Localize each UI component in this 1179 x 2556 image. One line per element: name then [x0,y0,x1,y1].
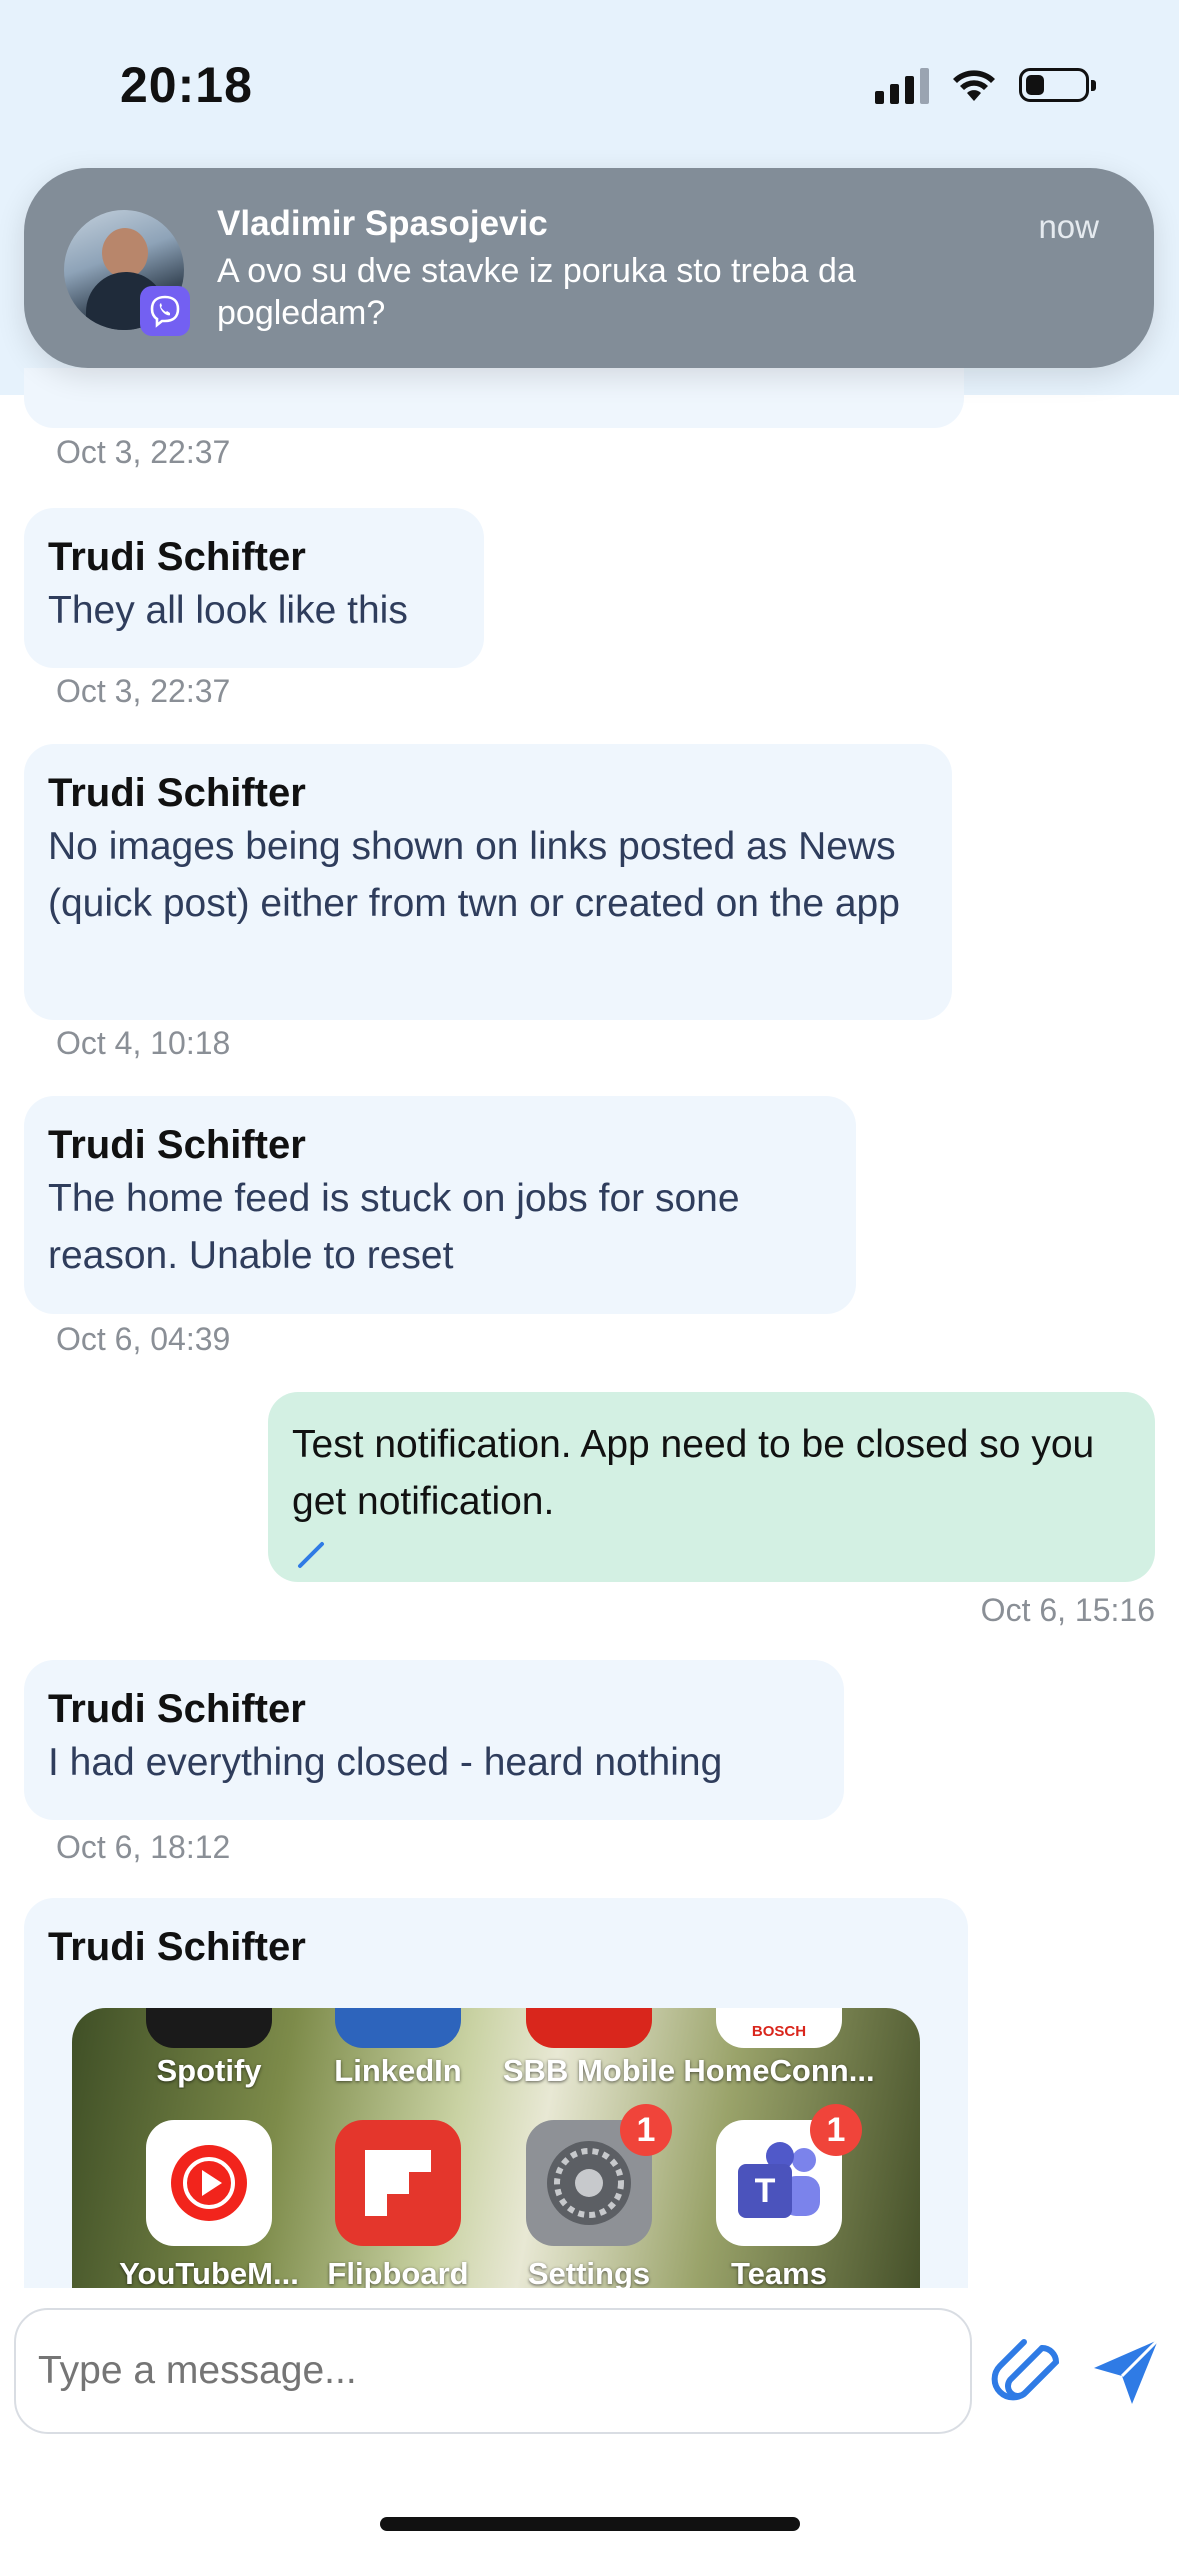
youtube-music-icon [146,2120,272,2246]
app-label: HomeConn... [683,2053,875,2088]
message-sender: Trudi Schifter [48,535,306,579]
app-label: Settings [527,2256,651,2288]
edit-pencil-icon [298,1542,324,1568]
message-sender: Trudi Schifter [48,1123,306,1167]
status-bar: 20:18 [0,0,1179,160]
image-attachment[interactable]: BOSCH Spotify LinkedIn SBB Mobile HomeCo… [72,2008,920,2288]
svg-text:T: T [755,2172,776,2210]
message-text: I had everything closed - heard nothing [48,1741,723,1784]
linkedin-icon [335,2008,461,2048]
viber-icon [140,286,190,336]
message-bubble[interactable]: Trudi Schifter No images being shown on … [24,744,952,1020]
message-bubble[interactable]: Trudi Schifter I had everything closed -… [24,1660,844,1820]
message-timestamp: Oct 6, 04:39 [56,1321,231,1357]
message-timestamp: Oct 6, 18:12 [56,1829,231,1865]
message-sender: Trudi Schifter [48,1687,306,1731]
message-text: They all look like this [48,589,408,632]
message-timestamp: Oct 4, 10:18 [56,1025,231,1061]
home-connect-icon: BOSCH [716,2008,842,2048]
notification-sender: Vladimir Spasojevic [217,204,548,243]
bosch-brand: BOSCH [751,2023,807,2040]
message-bubble[interactable]: Trudi Schifter The home feed is stuck on… [24,1096,856,1314]
wifi-icon [953,70,995,101]
flipboard-icon [335,2120,461,2246]
message-timestamp: Oct 3, 22:37 [56,673,231,709]
message-bubble[interactable]: Trudi Schifter They all look like this [24,508,484,668]
push-notification[interactable]: Vladimir Spasojevic A ovo su dve stavke … [24,168,1154,368]
app-label: Teams [731,2256,827,2288]
message-timestamp: Oct 3, 22:37 [56,434,231,470]
message-sender: Trudi Schifter [48,771,306,815]
notification-time: now [1038,208,1099,245]
notification-badge: 1 [810,2104,862,2156]
home-indicator[interactable] [380,2517,800,2531]
sbb-mobile-icon [526,2008,652,2048]
message-text: The home feed is stuck on jobs for sone … [48,1177,740,1277]
notification-message: A ovo su dve stavke iz poruka sto treba … [217,252,856,332]
spotify-icon [146,2008,272,2048]
message-input[interactable] [14,2308,972,2434]
message-sender: Trudi Schifter [48,1925,306,1969]
send-icon[interactable] [1088,2334,1164,2410]
message-timestamp: Oct 6, 15:16 [980,1592,1155,1628]
app-label: SBB Mobile [502,2053,676,2088]
battery-icon [1019,68,1096,102]
app-label: Spotify [156,2053,262,2088]
message-bubble-partial [24,368,964,428]
message-text: Test notification. App need to be closed… [292,1423,1095,1523]
message-bubble-outgoing[interactable]: Test notification. App need to be closed… [268,1392,1155,1582]
status-time: 20:18 [120,57,253,113]
attach-paperclip-icon[interactable] [990,2334,1062,2414]
app-label: LinkedIn [334,2053,462,2088]
message-text: No images being shown on links posted as… [48,825,900,925]
app-label: YouTubeM... [119,2256,299,2288]
status-icons [875,66,1096,104]
notification-badge: 1 [620,2104,672,2156]
app-label: Flipboard [327,2256,469,2288]
cellular-signal-icon [875,66,929,104]
